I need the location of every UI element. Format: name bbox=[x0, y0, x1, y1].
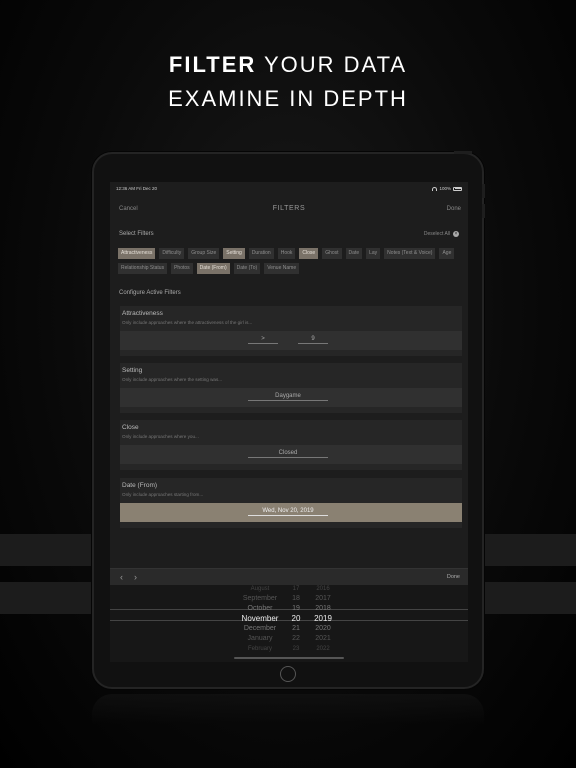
picker-day: 22 bbox=[292, 635, 300, 642]
device-reflection bbox=[92, 694, 484, 724]
filter-chip[interactable]: Hook bbox=[277, 248, 296, 259]
device-volume-up bbox=[482, 184, 485, 198]
picker-toolbar: ‹ › Done bbox=[110, 568, 468, 585]
picker-month: November bbox=[241, 614, 279, 623]
filter-chip[interactable]: Venue Name bbox=[264, 263, 300, 274]
deselect-all-button[interactable]: Deselect All × bbox=[424, 231, 459, 237]
filter-chips-row-1: Attractiveness Difficulty Group Size Settin… bbox=[118, 248, 463, 259]
filter-chip[interactable]: Close bbox=[299, 248, 319, 259]
device-top-button bbox=[454, 151, 472, 154]
picker-month: September bbox=[242, 595, 278, 602]
headline-line-2: EXAMINE IN DEPTH bbox=[168, 86, 408, 111]
status-right: 100% bbox=[432, 186, 462, 191]
filter-chip[interactable]: Lay bbox=[366, 248, 381, 259]
card-setting: Setting Only include approaches where th… bbox=[120, 363, 462, 413]
picker-year: 2021 bbox=[315, 635, 331, 642]
picker-day: 18 bbox=[292, 595, 300, 602]
month-wheel[interactable]: August September October November December Ja… bbox=[232, 585, 288, 654]
setting-picker[interactable]: Daygame bbox=[248, 393, 328, 401]
setting-field: Daygame bbox=[120, 388, 462, 407]
filter-chip[interactable]: Photos bbox=[171, 263, 193, 274]
chevron-left-icon[interactable]: ‹ bbox=[120, 572, 123, 582]
picker-done-button[interactable]: Done bbox=[447, 574, 460, 580]
filter-chip[interactable]: Group Size bbox=[188, 248, 220, 259]
card-description: Only include approaches starting from... bbox=[122, 492, 204, 497]
filter-chip[interactable]: Difficulty bbox=[159, 248, 185, 259]
picker-month: January bbox=[247, 635, 273, 642]
battery-icon bbox=[453, 186, 462, 191]
picker-year: 2022 bbox=[316, 646, 330, 652]
picker-day: 19 bbox=[292, 605, 300, 612]
filter-chip[interactable]: Ghost bbox=[322, 248, 342, 259]
card-title: Setting bbox=[122, 367, 143, 374]
tablet-device: 12:36 AM Fri Dec 20 100% Cancel FILTERS … bbox=[92, 151, 485, 689]
date-from-picker[interactable]: Wed, Nov 20, 2019 bbox=[248, 508, 328, 516]
close-picker[interactable]: Closed bbox=[248, 450, 328, 458]
picker-scroll-indicator bbox=[234, 657, 344, 659]
picker-month: December bbox=[243, 625, 277, 632]
headline-rest: YOUR DATA bbox=[256, 52, 408, 77]
nav-bar: Cancel FILTERS Done bbox=[110, 202, 468, 216]
close-field: Closed bbox=[120, 445, 462, 464]
picker-year: 2018 bbox=[315, 605, 331, 612]
card-description: Only include approaches where the settin… bbox=[122, 377, 223, 382]
card-close: Close Only include approaches where you.… bbox=[120, 420, 462, 470]
filter-chip[interactable]: Date (To) bbox=[233, 263, 261, 274]
chevron-right-icon[interactable]: › bbox=[134, 572, 137, 582]
picker-year: 2020 bbox=[315, 625, 331, 632]
picker-day: 21 bbox=[292, 625, 300, 632]
picker-month: October bbox=[247, 605, 273, 612]
date-from-field: Wed, Nov 20, 2019 bbox=[120, 503, 462, 522]
configure-label: Configure Active Filters bbox=[119, 290, 181, 296]
date-picker-wheel[interactable]: August September October November December Ja… bbox=[110, 585, 468, 662]
picker-year: 2016 bbox=[316, 586, 330, 592]
filter-chip[interactable]: Age bbox=[439, 248, 455, 259]
operator-picker[interactable]: > bbox=[248, 336, 278, 344]
home-button[interactable] bbox=[280, 666, 296, 682]
page-title: FILTERS bbox=[272, 205, 306, 212]
device-volume-down bbox=[482, 204, 485, 218]
picker-month: February bbox=[247, 646, 272, 652]
battery-percent: 100% bbox=[439, 186, 451, 191]
app-screen: 12:36 AM Fri Dec 20 100% Cancel FILTERS … bbox=[110, 182, 468, 662]
picker-year: 2019 bbox=[314, 614, 332, 623]
select-filters-label: Select Filters bbox=[119, 231, 154, 237]
picker-year: 2017 bbox=[315, 595, 331, 602]
done-button[interactable]: Done bbox=[447, 206, 461, 212]
filter-chip[interactable]: Date (From) bbox=[196, 263, 230, 274]
card-title: Date (From) bbox=[122, 482, 158, 489]
headline-line-1: FILTER YOUR DATA bbox=[0, 52, 576, 78]
picker-day: 20 bbox=[291, 614, 301, 623]
card-description: Only include approaches where the attrac… bbox=[122, 320, 253, 325]
status-time: 12:36 AM Fri Dec 20 bbox=[116, 186, 158, 191]
attractiveness-field: > 9 bbox=[120, 331, 462, 350]
filter-chip[interactable]: Notes (Text & Voice) bbox=[384, 248, 436, 259]
status-bar: 12:36 AM Fri Dec 20 100% bbox=[110, 182, 468, 194]
card-title: Attractiveness bbox=[122, 310, 163, 317]
picker-day: 23 bbox=[292, 646, 300, 652]
wifi-icon bbox=[432, 186, 438, 191]
filter-chip[interactable]: Relationship Status bbox=[118, 263, 168, 274]
day-wheel[interactable]: 17 18 19 20 21 22 23 bbox=[286, 585, 306, 654]
filter-chip[interactable]: Duration bbox=[248, 248, 274, 259]
picker-day: 17 bbox=[292, 586, 300, 592]
filter-chip[interactable]: Setting bbox=[223, 248, 245, 259]
value-picker[interactable]: 9 bbox=[298, 336, 328, 344]
close-circle-icon: × bbox=[453, 231, 459, 237]
card-attractiveness: Attractiveness Only include approaches w… bbox=[120, 306, 462, 356]
filter-chip[interactable]: Date bbox=[345, 248, 363, 259]
filter-chip[interactable]: Attractiveness bbox=[118, 248, 156, 259]
picker-month: August bbox=[250, 586, 270, 592]
deselect-all-label: Deselect All bbox=[423, 231, 450, 237]
card-date-from: Date (From) Only include approaches star… bbox=[120, 478, 462, 528]
headline-bold-word: FILTER bbox=[168, 52, 257, 77]
card-title: Close bbox=[122, 424, 139, 431]
year-wheel[interactable]: 2016 2017 2018 2019 2020 2021 2022 bbox=[310, 585, 336, 654]
filter-chips-row-2: Relationship Status Photos Date (From) Date… bbox=[118, 263, 463, 274]
card-description: Only include approaches where you... bbox=[122, 434, 199, 439]
